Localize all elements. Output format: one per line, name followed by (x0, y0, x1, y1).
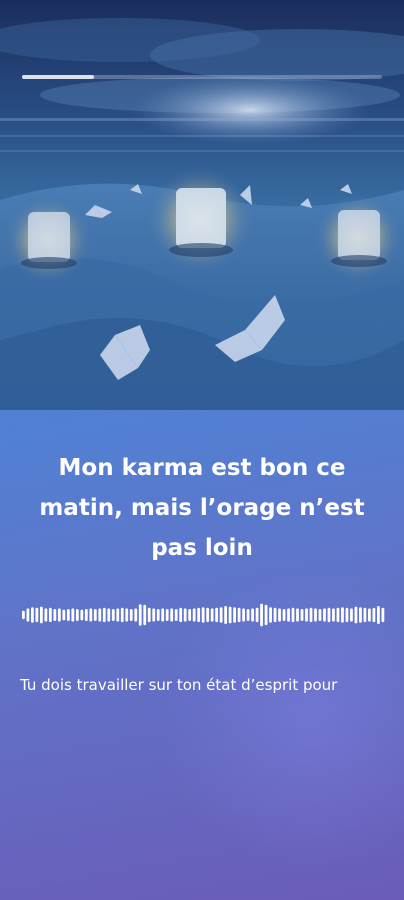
waveform-bar (345, 607, 349, 623)
waveform-bar (192, 608, 196, 622)
waveform-bar (161, 608, 165, 622)
waveform-bar (206, 607, 210, 623)
waveform-bar (93, 609, 97, 621)
waveform-bar (210, 608, 214, 622)
waveform-bar (201, 607, 205, 623)
waveform-bar (156, 609, 160, 621)
waveform-bar (228, 606, 232, 624)
waveform-bar (62, 609, 66, 621)
playback-progress-bar[interactable] (22, 75, 382, 79)
waveform-bar (98, 608, 102, 622)
waveform-bar (107, 608, 111, 622)
lyrics-caption: Tu dois travailler sur ton état d’esprit… (20, 676, 338, 694)
waveform-bar (22, 610, 25, 620)
waveform-bar (39, 606, 43, 624)
waveform-bar (89, 608, 93, 622)
waveform-bar (129, 609, 133, 621)
audio-waveform[interactable] (22, 603, 386, 627)
waveform-bar (264, 604, 268, 626)
waveform-bar (138, 604, 142, 626)
waveform-bar (314, 608, 317, 622)
waveform-bar (147, 607, 151, 623)
waveform-bar (215, 607, 219, 623)
waveform-bar (323, 608, 326, 622)
player-screen: Mon karma est bon ce matin, mais l’orage… (0, 0, 404, 900)
waveform-bar (125, 608, 129, 622)
waveform-bar (66, 609, 70, 621)
waveform-bar (152, 608, 156, 622)
waveform-bar (305, 608, 308, 622)
waveform-bar (120, 607, 124, 623)
waveform-bar (255, 607, 259, 623)
waveform-bar (26, 608, 30, 622)
waveform-bar (233, 607, 236, 623)
waveform-bar (197, 607, 201, 623)
waveform-bar (174, 609, 178, 621)
waveform-bar (75, 609, 79, 621)
waveform-bar (300, 609, 304, 621)
waveform-bar (363, 607, 367, 623)
waveform-bar (377, 606, 380, 624)
waveform-bar (53, 609, 57, 621)
waveform-bar (237, 607, 241, 623)
waveform-bar (44, 608, 48, 622)
waveform-bar (71, 608, 75, 622)
waveform-bar (296, 608, 299, 622)
waveform-bar (278, 608, 281, 622)
waveform-bar (336, 607, 340, 623)
waveform-bar (332, 608, 335, 622)
waveform-bar (48, 607, 52, 623)
waveform-bar (102, 607, 106, 623)
beach-candles-illustration (0, 18, 404, 410)
waveform-bar (318, 609, 322, 621)
waveform-bar (116, 608, 120, 622)
waveform-bar (359, 607, 362, 623)
waveform-bar (143, 604, 147, 626)
waveform-bar (368, 608, 371, 622)
waveform-bar (179, 607, 183, 623)
waveform-bar (30, 607, 34, 623)
waveform-bar (269, 607, 272, 623)
waveform-bar (111, 609, 115, 621)
waveform-bar (246, 609, 250, 621)
waveform-bar (251, 608, 254, 622)
waveform-bar (188, 609, 192, 621)
waveform-bar (341, 607, 344, 623)
waveform-bar (219, 607, 223, 623)
waveform-bar (354, 606, 358, 624)
waveform-bar (282, 609, 286, 621)
waveform-bar (84, 609, 88, 621)
waveform-bar (224, 606, 228, 624)
waveform-bar (242, 608, 245, 622)
waveform-bar (134, 608, 138, 622)
playback-progress-fill (22, 75, 94, 79)
waveform-bar (287, 608, 290, 622)
waveform-bar (57, 608, 61, 622)
waveform-bar (183, 608, 187, 622)
waveform-bar (273, 607, 277, 623)
waveform-bar (381, 607, 385, 623)
waveform-bar (80, 609, 84, 621)
waveform-bar (165, 609, 169, 621)
waveform-bar (350, 608, 353, 622)
hero-illustration (0, 0, 404, 410)
waveform-bar (260, 603, 263, 627)
waveform-bar (327, 607, 331, 623)
waveform-bar (291, 607, 295, 623)
waveform-bar (35, 607, 39, 623)
waveform-bar (309, 607, 313, 623)
waveform-bar (372, 607, 376, 623)
track-title: Mon karma est bon ce matin, mais l’orage… (39, 455, 365, 561)
waveform-bar (170, 608, 174, 622)
